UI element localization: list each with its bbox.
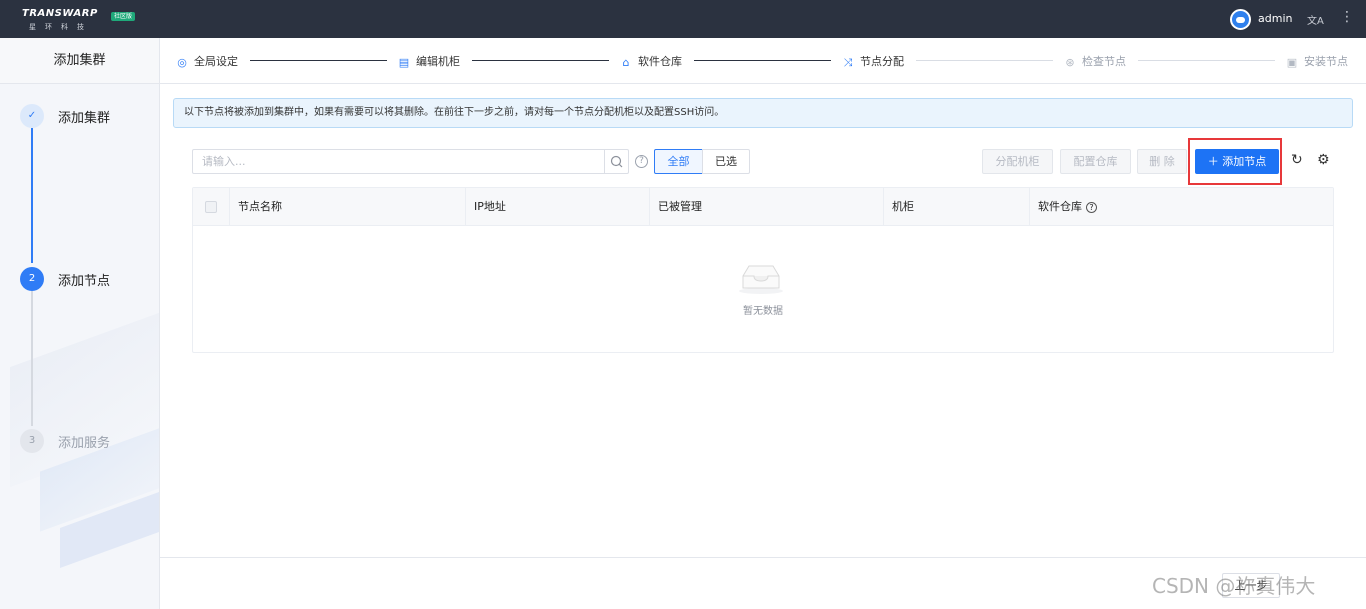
wizard-step-label: 软件仓库 <box>638 55 682 68</box>
config-repo-button[interactable]: 配置仓库 <box>1060 149 1131 174</box>
wizard-step-check: ⊛ 检查节点 <box>1064 53 1126 69</box>
step-check-icon: ✓ <box>20 104 44 128</box>
step-connector <box>31 291 33 426</box>
logo-subtitle: 星环科技 <box>29 23 93 31</box>
wizard-step-global[interactable]: ◎ 全局设定 <box>176 53 238 69</box>
username[interactable]: admin <box>1258 12 1292 25</box>
sidebar-step-add-service: 添加服务 <box>58 436 111 451</box>
sidebar-step-add-cluster: 添加集群 <box>58 111 111 126</box>
sidebar-step-add-node: 添加节点 <box>58 274 111 289</box>
step-number: 2 <box>20 267 44 291</box>
check-node-icon: ⊛ <box>1065 56 1075 69</box>
wizard-step-label: 安装节点 <box>1304 55 1348 68</box>
empty-inbox-icon <box>739 265 783 294</box>
column-header-managed: 已被管理 <box>649 188 886 226</box>
step-number: 3 <box>20 429 44 453</box>
shuffle-icon: ⤨ <box>843 56 853 69</box>
wizard-connector <box>472 60 609 61</box>
wizard-step-repo[interactable]: ⌂ 软件仓库 <box>620 53 683 69</box>
column-header-rack: 机柜 <box>883 188 1030 226</box>
column-header-repo-label: 软件仓库 <box>1038 200 1082 213</box>
highlight-box <box>1188 138 1282 185</box>
wizard-connector <box>916 60 1053 61</box>
wizard-connector <box>1138 60 1275 61</box>
sidebar-title: 添加集群 <box>0 38 159 84</box>
search-icon <box>610 155 623 168</box>
assign-rack-button[interactable]: 分配机柜 <box>982 149 1053 174</box>
globe-icon: ◎ <box>177 56 187 69</box>
cabinet-icon: ▤ <box>398 56 410 69</box>
watermark: CSDN @祢真伟大 <box>1152 574 1316 598</box>
empty-text: 暂无数据 <box>743 306 783 317</box>
wizard-step-label: 节点分配 <box>860 55 904 68</box>
logo-text: TRANSWARP <box>22 8 98 19</box>
top-bar: TRANSWARP 社区版 星环科技 admin 文A ⋮ <box>0 0 1366 38</box>
wizard-connector <box>250 60 387 61</box>
language-icon[interactable]: 文A <box>1307 12 1324 27</box>
info-banner: 以下节点将被添加到集群中，如果有需要可以将其删除。在前往下一步之前，请对每一个节… <box>173 98 1353 128</box>
refresh-icon[interactable]: ↻ <box>1291 153 1305 167</box>
column-header-node-name: 节点名称 <box>229 188 466 226</box>
logo[interactable]: TRANSWARP 社区版 星环科技 <box>22 8 142 32</box>
search-box <box>192 149 629 174</box>
help-icon[interactable]: ? <box>635 155 648 168</box>
install-icon: ▣ <box>1286 56 1298 69</box>
help-icon[interactable]: ? <box>1086 202 1097 213</box>
wizard-step-install: ▣ 安装节点 <box>1286 53 1348 69</box>
step-connector <box>31 128 33 263</box>
avatar[interactable] <box>1230 9 1251 30</box>
wizard-step-rack[interactable]: ▤ 编辑机柜 <box>398 53 460 69</box>
wizard-connector <box>694 60 831 61</box>
table-header: 节点名称 IP地址 已被管理 机柜 软件仓库? <box>193 188 1333 226</box>
sidebar: 添加集群 ✓ 添加集群 2 添加节点 3 添加服务 <box>0 38 160 609</box>
select-all-checkbox[interactable] <box>205 201 217 213</box>
wizard-step-assign[interactable]: ⤨ 节点分配 <box>842 53 904 69</box>
logo-badge: 社区版 <box>111 12 136 21</box>
node-table: 节点名称 IP地址 已被管理 机柜 软件仓库? 暂无数据 <box>192 187 1334 353</box>
wizard-step-label: 检查节点 <box>1082 55 1126 68</box>
delete-button[interactable]: 删 除 <box>1137 149 1187 174</box>
column-header-repo: 软件仓库? <box>1029 188 1333 226</box>
wizard-step-label: 编辑机柜 <box>416 55 460 68</box>
filter-selected-button[interactable]: 已选 <box>702 149 750 174</box>
search-input[interactable] <box>193 150 603 173</box>
home-icon: ⌂ <box>622 56 630 69</box>
column-header-ip: IP地址 <box>465 188 650 226</box>
wizard-steps: ◎ 全局设定 ▤ 编辑机柜 ⌂ 软件仓库 ⤨ 节点分配 ⊛ 检查节点 ▣ 安装节点 <box>160 38 1366 84</box>
wizard-step-label: 全局设定 <box>194 55 238 68</box>
more-vertical-icon[interactable]: ⋮ <box>1340 10 1354 24</box>
search-button[interactable] <box>604 150 628 173</box>
filter-all-button[interactable]: 全部 <box>654 149 703 174</box>
gear-icon[interactable]: ⚙ <box>1317 153 1331 167</box>
